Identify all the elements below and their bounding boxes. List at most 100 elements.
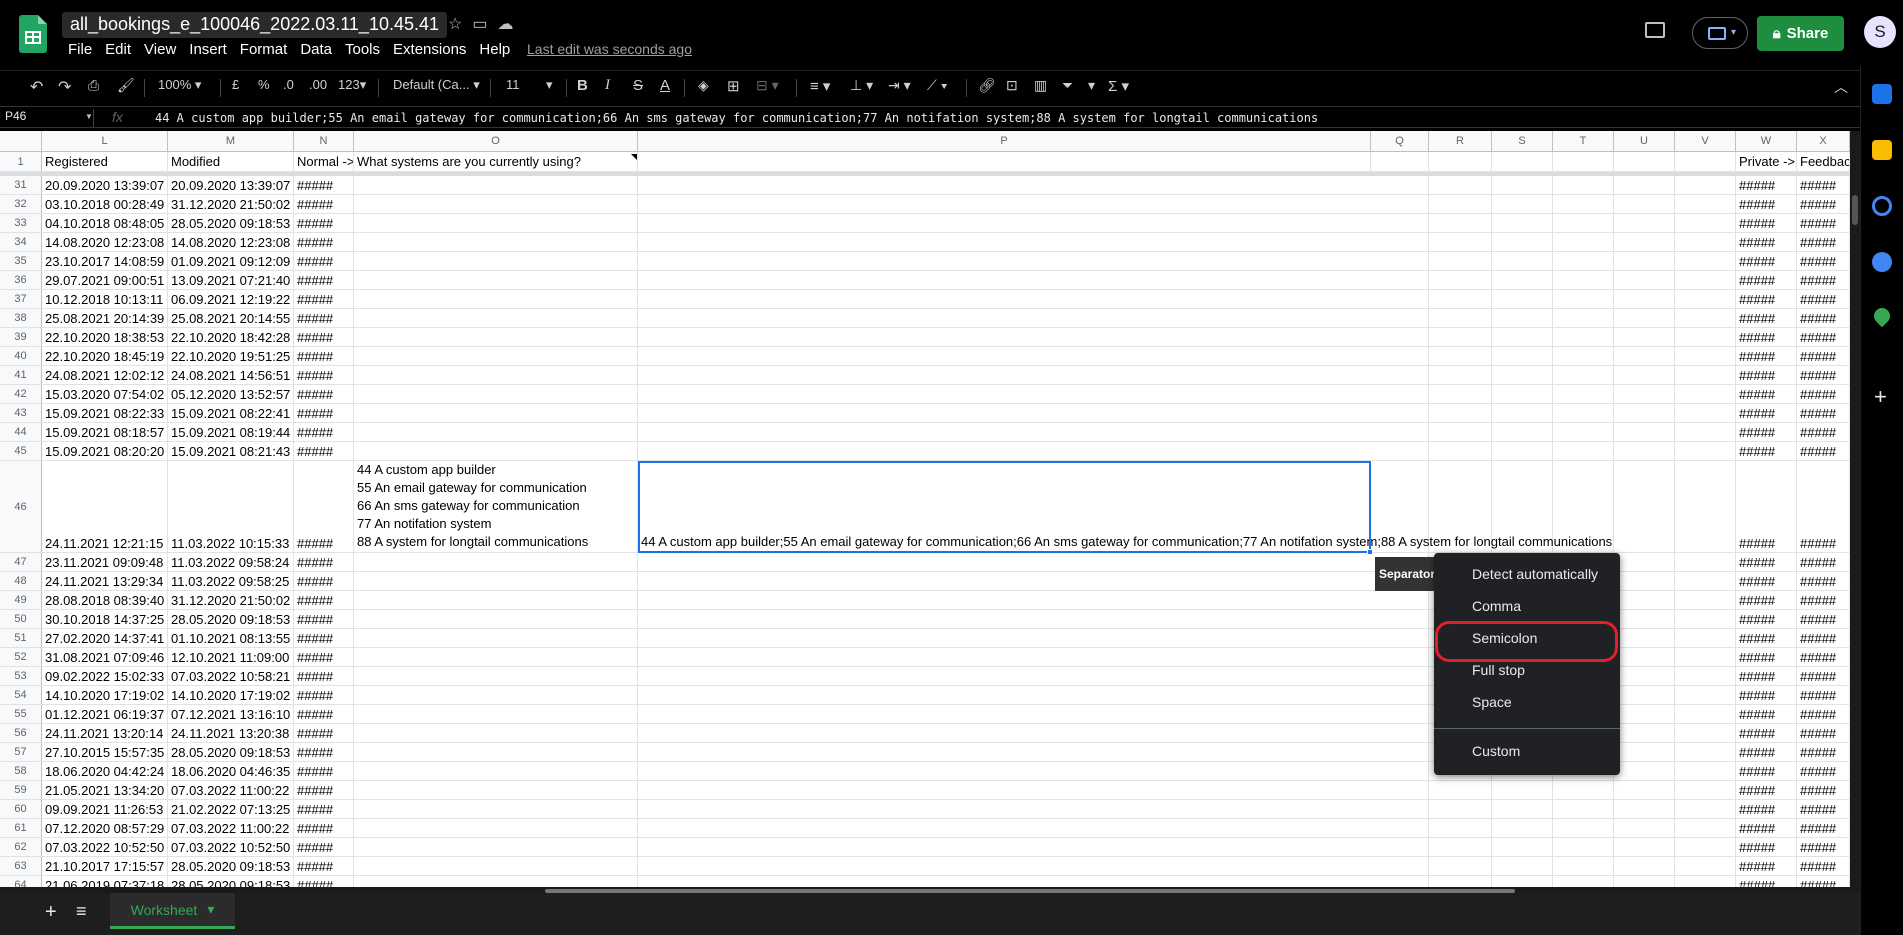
cell-m[interactable]: 18.06.2020 04:46:35: [168, 762, 294, 780]
cell-w[interactable]: #####: [1736, 648, 1797, 666]
row-number[interactable]: 58: [0, 762, 42, 780]
header-cell-m[interactable]: Modified: [168, 152, 294, 171]
cell-x[interactable]: #####: [1797, 610, 1850, 628]
cell-q[interactable]: [1371, 591, 1429, 609]
cell-u[interactable]: [1614, 800, 1675, 818]
cell-t[interactable]: [1553, 404, 1614, 422]
cell-n[interactable]: #####: [294, 610, 354, 628]
cell-t[interactable]: [1553, 195, 1614, 213]
cell-t[interactable]: [1553, 819, 1614, 837]
cell-v[interactable]: [1675, 629, 1736, 647]
cell-t[interactable]: [1553, 781, 1614, 799]
cell-s[interactable]: [1492, 423, 1553, 441]
cell-s[interactable]: [1492, 819, 1553, 837]
cell-m[interactable]: 14.10.2020 17:19:02: [168, 686, 294, 704]
cell-l[interactable]: 27.02.2020 14:37:41: [42, 629, 168, 647]
cell-w[interactable]: #####: [1736, 857, 1797, 875]
column-header-W[interactable]: W: [1736, 131, 1797, 152]
menu-file[interactable]: File: [68, 41, 99, 58]
cell-q[interactable]: [1371, 876, 1429, 887]
cell-w[interactable]: #####: [1736, 252, 1797, 270]
corner-select-all[interactable]: [0, 131, 42, 152]
cell-w[interactable]: #####: [1736, 195, 1797, 213]
cell-l[interactable]: 15.09.2021 08:18:57: [42, 423, 168, 441]
row-number[interactable]: 53: [0, 667, 42, 685]
cell-m[interactable]: 28.05.2020 09:18:53: [168, 214, 294, 232]
currency-button[interactable]: £: [232, 77, 239, 92]
cell-q[interactable]: [1371, 610, 1429, 628]
cell-q[interactable]: [1371, 838, 1429, 856]
cell-m[interactable]: 11.03.2022 09:58:25: [168, 572, 294, 590]
cell-q[interactable]: [1371, 290, 1429, 308]
cell-v[interactable]: [1675, 252, 1736, 270]
cell-m[interactable]: 14.08.2020 12:23:08: [168, 233, 294, 251]
chevron-down-icon[interactable]: ▾: [207, 901, 214, 918]
cell-q[interactable]: [1371, 328, 1429, 346]
cell-l[interactable]: 21.10.2017 17:15:57: [42, 857, 168, 875]
cell-l[interactable]: 27.10.2015 15:57:35: [42, 743, 168, 761]
cell-u[interactable]: [1614, 705, 1675, 723]
cell-o[interactable]: [354, 572, 638, 590]
cell-l[interactable]: 28.08.2018 08:39:40: [42, 591, 168, 609]
cell-v[interactable]: [1675, 591, 1736, 609]
cell-o[interactable]: [354, 857, 638, 875]
cell-m[interactable]: 07.03.2022 10:58:21: [168, 667, 294, 685]
cell-l[interactable]: 03.10.2018 00:28:49: [42, 195, 168, 213]
cell-l[interactable]: 18.06.2020 04:42:24: [42, 762, 168, 780]
cell-n[interactable]: #####: [294, 876, 354, 887]
cell-u[interactable]: [1614, 572, 1675, 590]
cell-w[interactable]: #####: [1736, 743, 1797, 761]
cell-l[interactable]: 14.08.2020 12:23:08: [42, 233, 168, 251]
cell-n[interactable]: #####: [294, 667, 354, 685]
cell-t[interactable]: [1553, 309, 1614, 327]
cell-n[interactable]: #####: [294, 800, 354, 818]
cell-w[interactable]: #####: [1736, 800, 1797, 818]
cell-v[interactable]: [1675, 800, 1736, 818]
tasks-icon[interactable]: [1872, 196, 1892, 216]
cell-u[interactable]: [1614, 648, 1675, 666]
cell-o[interactable]: [354, 366, 638, 384]
cell-l[interactable]: 15.03.2020 07:54:02: [42, 385, 168, 403]
cell-x[interactable]: #####: [1797, 838, 1850, 856]
cell-o[interactable]: [354, 629, 638, 647]
row-number[interactable]: 31: [0, 176, 42, 194]
header-cell-t[interactable]: [1553, 152, 1614, 171]
font-size-select[interactable]: 11: [506, 77, 520, 92]
cell-u[interactable]: [1614, 328, 1675, 346]
cell-w[interactable]: #####: [1736, 309, 1797, 327]
cell-n[interactable]: #####: [294, 819, 354, 837]
cell-o[interactable]: [354, 705, 638, 723]
row-number[interactable]: 50: [0, 610, 42, 628]
percent-button[interactable]: %: [258, 77, 270, 92]
header-cell-q[interactable]: [1371, 152, 1429, 171]
insert-comment-icon[interactable]: ⊡: [1006, 77, 1018, 94]
cell-m[interactable]: 28.05.2020 09:18:53: [168, 610, 294, 628]
cell-v[interactable]: [1675, 743, 1736, 761]
cell-m[interactable]: 15.09.2021 08:19:44: [168, 423, 294, 441]
cell-r[interactable]: [1429, 195, 1492, 213]
row-number[interactable]: 45: [0, 442, 42, 460]
cell-o[interactable]: [354, 195, 638, 213]
cell-x[interactable]: #####: [1797, 876, 1850, 887]
cell-l[interactable]: 22.10.2020 18:38:53: [42, 328, 168, 346]
cell-q[interactable]: [1371, 214, 1429, 232]
cell-m[interactable]: 15.09.2021 08:21:43: [168, 442, 294, 460]
cell-v[interactable]: [1675, 176, 1736, 194]
cell-q[interactable]: [1371, 366, 1429, 384]
cell-v[interactable]: [1675, 214, 1736, 232]
cell-v[interactable]: [1675, 819, 1736, 837]
row-number[interactable]: 44: [0, 423, 42, 441]
cell-l[interactable]: 23.10.2017 14:08:59: [42, 252, 168, 270]
italic-button[interactable]: I: [605, 77, 610, 94]
cell-r[interactable]: [1429, 176, 1492, 194]
cell-u[interactable]: [1614, 610, 1675, 628]
cell-u[interactable]: [1614, 290, 1675, 308]
cell-u[interactable]: [1614, 347, 1675, 365]
column-header-P[interactable]: P: [638, 131, 1371, 152]
filter-icon[interactable]: ⏷: [1062, 77, 1073, 94]
cell-m[interactable]: 11.03.2022 09:58:24: [168, 553, 294, 571]
cell-t[interactable]: [1553, 366, 1614, 384]
cell-q[interactable]: [1371, 724, 1429, 742]
cell-q[interactable]: [1371, 176, 1429, 194]
cell-r[interactable]: [1429, 366, 1492, 384]
